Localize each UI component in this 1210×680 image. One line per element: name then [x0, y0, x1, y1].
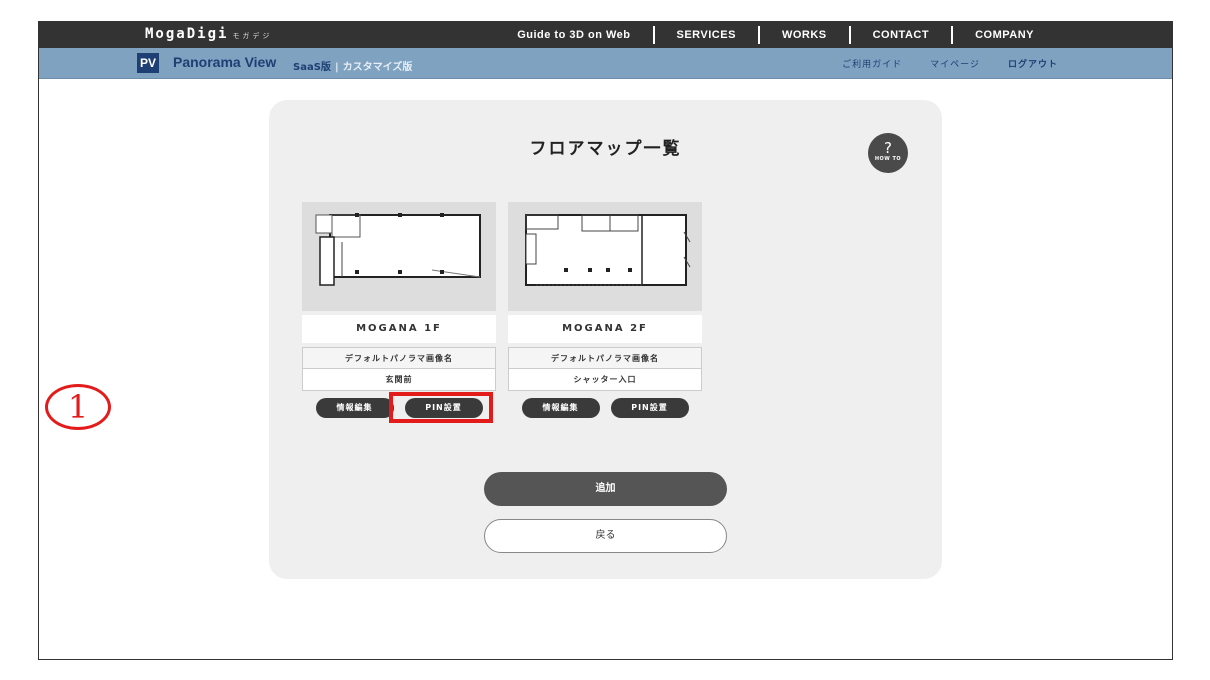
floorplan-2f-image: [525, 214, 691, 286]
link-my-page[interactable]: マイページ: [930, 57, 980, 70]
default-panorama-header: デフォルトパノラマ画像名: [303, 348, 495, 369]
top-nav: Guide to 3D on Web SERVICES WORKS CONTAC…: [495, 22, 1056, 48]
floormap-thumbnail[interactable]: [508, 202, 702, 311]
floormap-thumbnail[interactable]: [302, 202, 496, 311]
howto-button[interactable]: ? HOW TO: [868, 133, 908, 173]
step-number-marker: 1: [45, 384, 111, 430]
floormap-card: MOGANA 1F デフォルトパノラマ画像名 玄関前 情報編集 PIN設置: [302, 202, 496, 418]
brand-logo[interactable]: MogaDigi モガデジ: [145, 26, 272, 42]
edit-info-button[interactable]: 情報編集: [315, 398, 394, 418]
floormap-panel: フロアマップ一覧 ? HOW TO MOGANA 1F デフォルトパノラマ画像名…: [269, 100, 942, 579]
back-button[interactable]: 戻る: [484, 519, 727, 553]
page-title: フロアマップ一覧: [529, 139, 682, 159]
top-nav-bar: MogaDigi モガデジ Guide to 3D on Web SERVICES…: [39, 22, 1172, 48]
link-logout[interactable]: ログアウト: [1008, 57, 1058, 70]
default-panorama-value: シャッター入口: [573, 375, 637, 384]
nav-works[interactable]: WORKS: [757, 26, 849, 44]
nav-guide[interactable]: Guide to 3D on Web: [495, 26, 652, 44]
highlight-box: [389, 392, 493, 423]
brand-name: MogaDigi: [145, 26, 229, 42]
default-panorama-header: デフォルトパノラマ画像名: [509, 348, 701, 369]
add-button[interactable]: 追加: [484, 472, 727, 506]
floor-name: MOGANA 1F: [302, 315, 496, 343]
default-panorama-info: デフォルトパノラマ画像名 シャッター入口: [508, 347, 702, 391]
howto-label: HOW TO: [874, 156, 902, 162]
floor-name: MOGANA 2F: [508, 315, 702, 343]
brand-sub: モガデジ: [232, 32, 273, 40]
default-panorama-info: デフォルトパノラマ画像名 玄関前: [302, 347, 496, 391]
default-panorama-value: 玄関前: [385, 375, 413, 384]
nav-company[interactable]: COMPANY: [951, 26, 1056, 44]
nav-contact[interactable]: CONTACT: [848, 26, 951, 44]
plan-custom-label: カスタマイズ版: [335, 58, 413, 73]
nav-services[interactable]: SERVICES: [652, 26, 758, 44]
help-icon: ?: [884, 139, 892, 157]
app-subheader: PV Panorama View SaaS版 カスタマイズ版 ご利用ガイド マイ…: [39, 48, 1172, 79]
plan-saas-label: SaaS版: [293, 62, 331, 73]
link-user-guide[interactable]: ご利用ガイド: [842, 57, 902, 70]
app-window: MogaDigi モガデジ Guide to 3D on Web SERVICES…: [38, 21, 1173, 660]
edit-info-button[interactable]: 情報編集: [521, 398, 600, 418]
floormap-card: MOGANA 2F デフォルトパノラマ画像名 シャッター入口 情報編集 PIN設…: [508, 202, 702, 418]
card-actions: 情報編集 PIN設置: [508, 398, 702, 418]
pv-logo-icon: PV: [137, 53, 159, 73]
app-title[interactable]: Panorama View: [173, 54, 276, 70]
sub-nav: ご利用ガイド マイページ ログアウト: [842, 48, 1058, 79]
pin-setup-button[interactable]: PIN設置: [610, 398, 689, 418]
floorplan-1f-image: [315, 213, 481, 286]
